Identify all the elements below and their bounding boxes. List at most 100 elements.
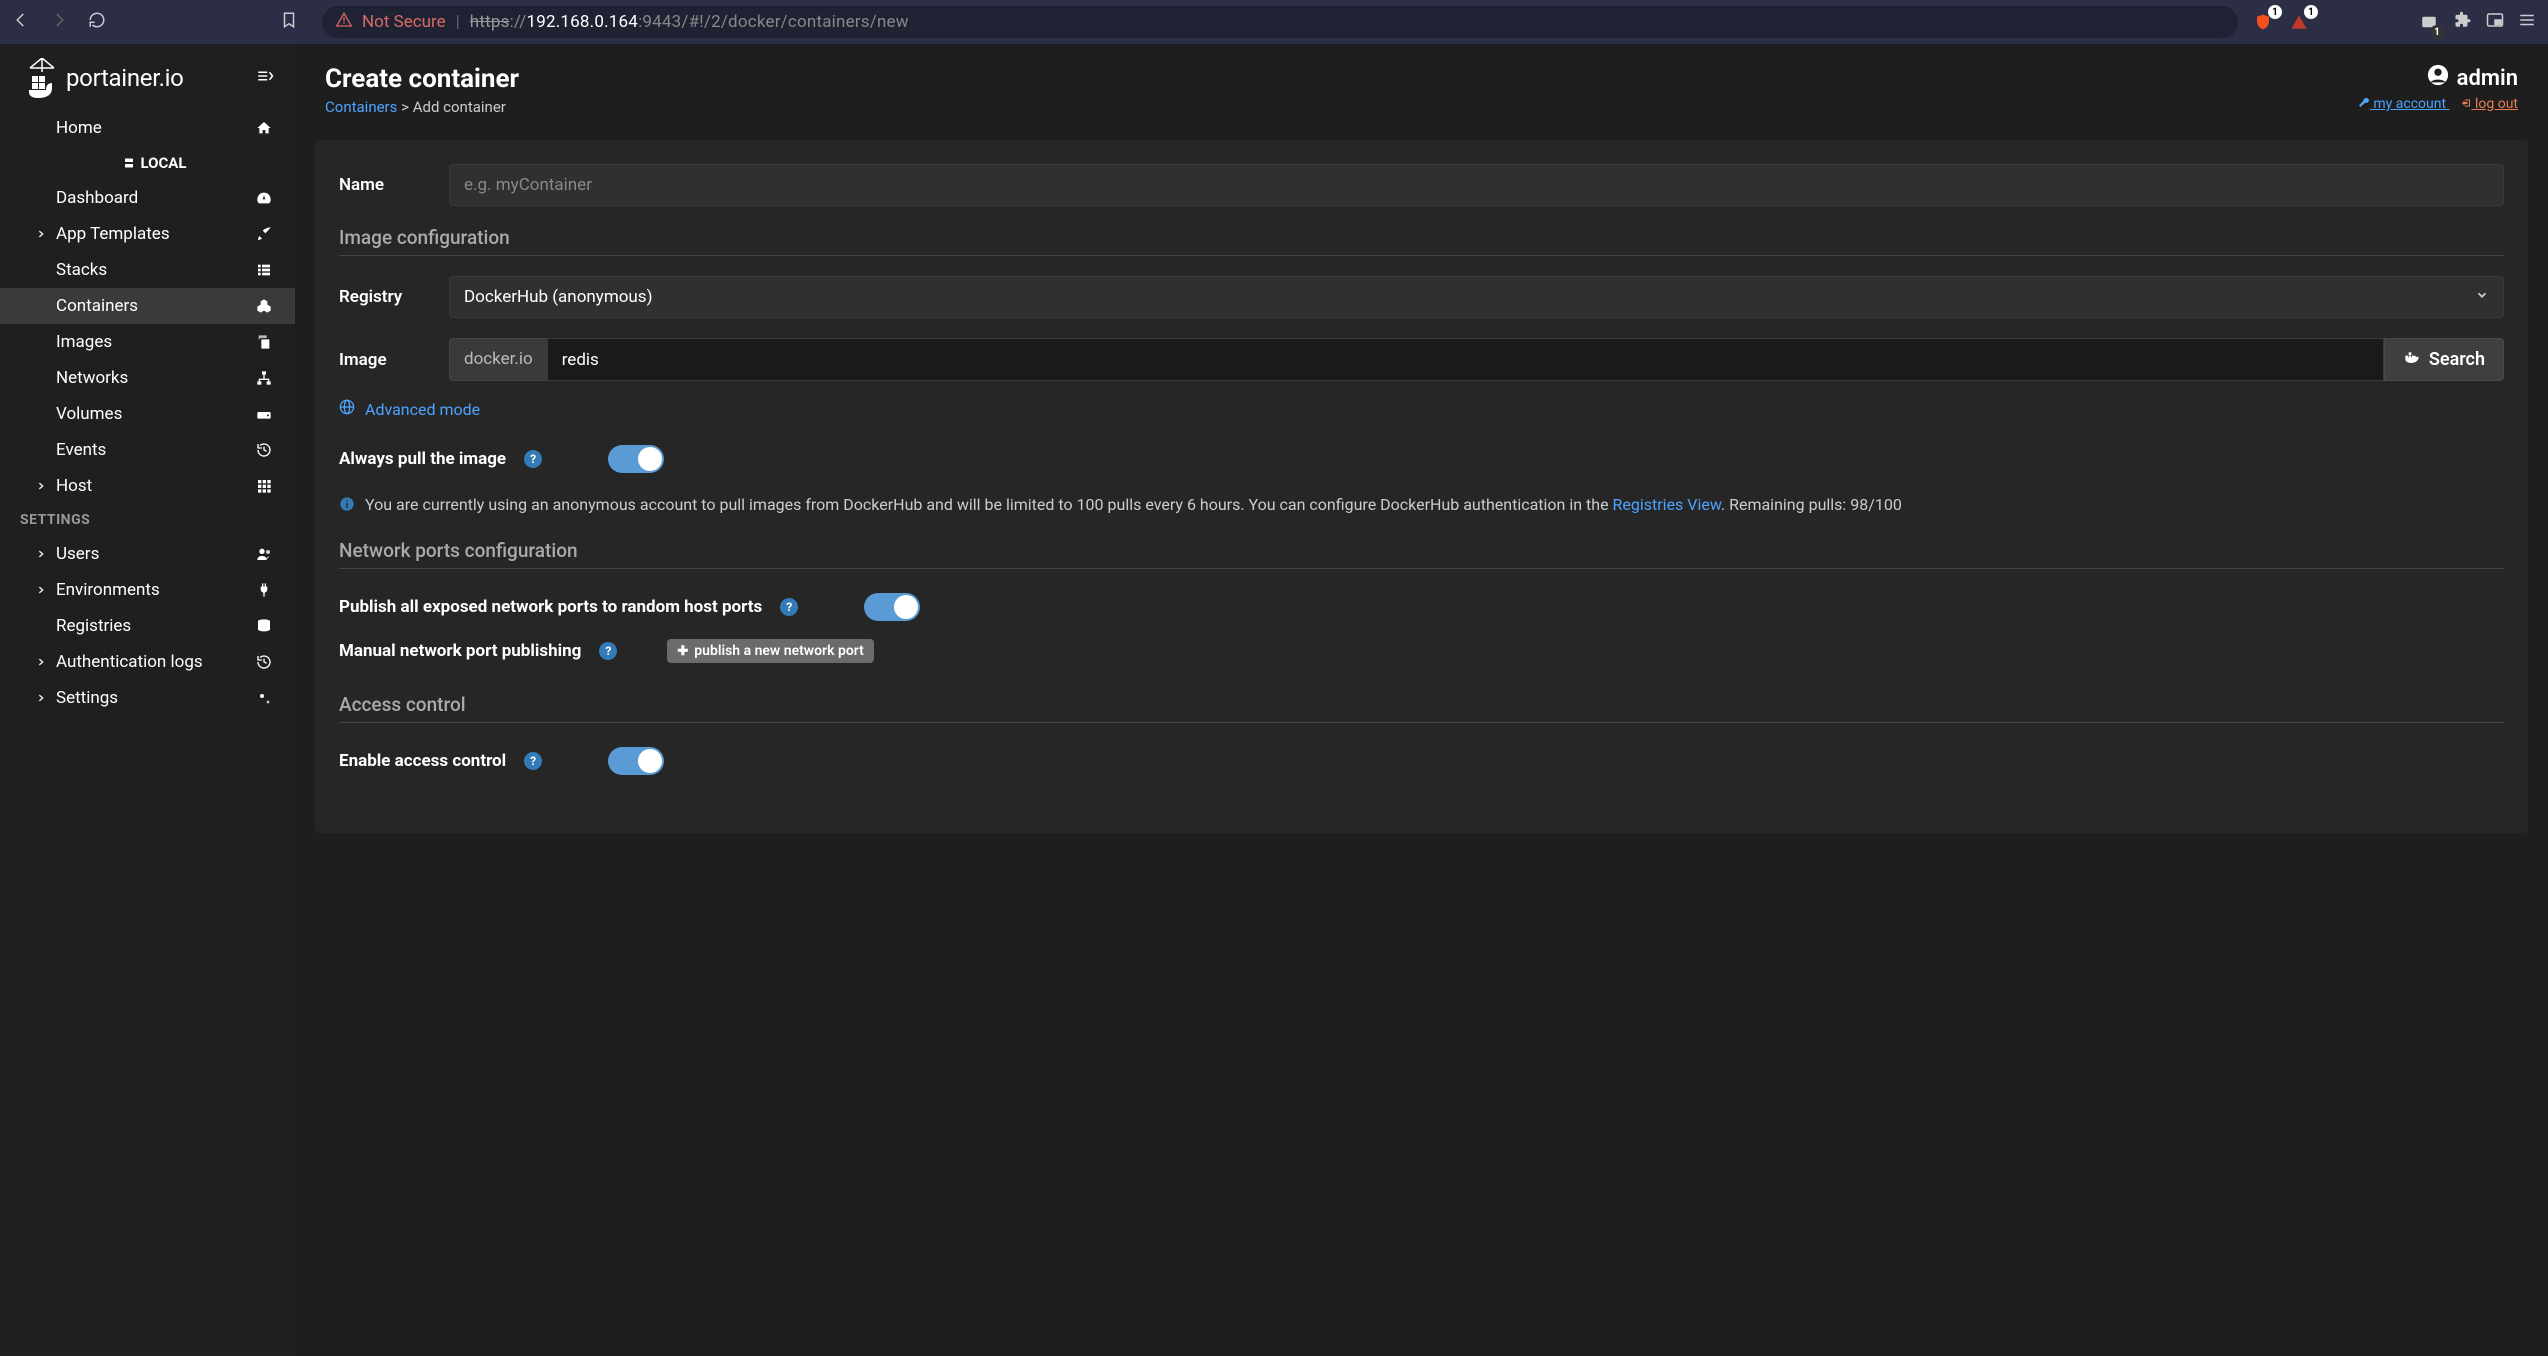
sidebar-item-label: Networks	[56, 368, 128, 388]
sidebar-item-label: Environments	[56, 580, 160, 600]
cogs-icon	[255, 689, 273, 707]
url-text: https://192.168.0.164:9443/#!/2/docker/c…	[470, 12, 909, 32]
logout-link[interactable]: log out	[2460, 96, 2518, 112]
logout-icon	[2460, 97, 2472, 109]
form-card: Name Image configuration Registry Docker…	[315, 140, 2528, 833]
sidebar-item-label: App Templates	[56, 224, 170, 244]
copy-icon	[255, 333, 273, 351]
sidebar-item-images[interactable]: Images	[0, 324, 295, 360]
menu-icon[interactable]	[2518, 11, 2536, 34]
publish-all-row: Publish all exposed network ports to ran…	[339, 593, 2504, 621]
pip-icon[interactable]	[2486, 11, 2504, 34]
hdd-icon	[255, 405, 273, 423]
card-ext-icon[interactable]: 1	[2418, 11, 2440, 33]
url-path: /#!/2/docker/containers/new	[681, 12, 908, 32]
help-icon[interactable]: ?	[599, 642, 617, 660]
sidebar-item-app-templates[interactable]: App Templates	[0, 216, 295, 252]
chevron-right-icon	[36, 688, 46, 708]
sidebar-settings-header: SETTINGS	[0, 504, 295, 536]
name-row: Name	[339, 164, 2504, 206]
publish-port-label: publish a new network port	[694, 643, 864, 659]
chevron-right-icon	[36, 476, 46, 496]
sidebar-item-label: Containers	[56, 296, 138, 316]
not-secure-label: Not Secure	[362, 12, 446, 32]
sidebar-item-settings[interactable]: Settings	[0, 680, 295, 716]
bookmark-icon[interactable]	[280, 11, 298, 34]
publish-port-button[interactable]: ✚ publish a new network port	[667, 639, 874, 663]
help-icon[interactable]: ?	[524, 752, 542, 770]
sidebar-item-users[interactable]: Users	[0, 536, 295, 572]
page-header: Create container Containers > Add contai…	[295, 44, 2548, 128]
help-icon[interactable]: ?	[524, 450, 542, 468]
plus-icon: ✚	[677, 644, 688, 659]
warning-icon	[336, 12, 352, 33]
brand-logo[interactable]: portainer.io	[26, 58, 184, 98]
help-icon[interactable]: ?	[780, 598, 798, 616]
server-icon	[123, 157, 135, 169]
sidebar-collapse-icon[interactable]	[255, 67, 275, 90]
info-text-part2: . Remaining pulls: 98/100	[1721, 495, 1902, 514]
my-account-label: my account	[2370, 96, 2450, 112]
sidebar-item-authentication-logs[interactable]: Authentication logs	[0, 644, 295, 680]
sidebar-item-host[interactable]: Host	[0, 468, 295, 504]
forward-icon[interactable]	[50, 11, 68, 34]
manual-port-row: Manual network port publishing ? ✚ publi…	[339, 639, 2504, 663]
sidebar-item-label: Registries	[56, 616, 131, 636]
image-row: Image docker.io Search	[339, 338, 2504, 381]
url-bar[interactable]: Not Secure | https://192.168.0.164:9443/…	[322, 6, 2238, 38]
registry-select[interactable]: DockerHub (anonymous)	[449, 276, 2504, 318]
wrench-icon	[2358, 97, 2370, 109]
back-icon[interactable]	[12, 11, 30, 34]
section-network-ports: Network ports configuration	[339, 539, 2504, 569]
sidebar-item-networks[interactable]: Networks	[0, 360, 295, 396]
sidebar-item-label: Settings	[56, 688, 118, 708]
sidebar-item-label: Events	[56, 440, 106, 460]
sidebar-item-label: Home	[56, 118, 102, 138]
image-label: Image	[339, 350, 429, 370]
browser-extensions: 1 1 1	[2252, 11, 2536, 34]
sidebar-item-label: Users	[56, 544, 99, 564]
dockerhub-info-banner: You are currently using an anonymous acc…	[339, 493, 2504, 519]
extensions-icon[interactable]	[2454, 11, 2472, 34]
registry-row: Registry DockerHub (anonymous)	[339, 276, 2504, 318]
my-account-link[interactable]: my account	[2358, 96, 2450, 112]
header-user: admin my account log out	[2348, 64, 2518, 112]
sidebar-item-stacks[interactable]: Stacks	[0, 252, 295, 288]
user-icon	[2427, 64, 2449, 92]
url-port: :9443	[638, 12, 681, 32]
breadcrumb-link-containers[interactable]: Containers	[325, 98, 397, 116]
sidebar-item-label: Volumes	[56, 404, 122, 424]
breadcrumb-current: Add container	[413, 98, 506, 116]
grid-icon	[255, 477, 273, 495]
logout-label: log out	[2472, 96, 2518, 112]
list-icon	[255, 261, 273, 279]
users-icon	[255, 545, 273, 563]
portainer-logo-icon	[26, 58, 58, 98]
name-input[interactable]	[449, 164, 2504, 206]
reload-icon[interactable]	[88, 11, 106, 34]
sidebar-item-home[interactable]: Home	[0, 110, 295, 146]
sidebar-local-header: LOCAL	[0, 146, 295, 180]
section-image-config: Image configuration	[339, 226, 2504, 256]
publish-all-toggle[interactable]	[864, 593, 920, 621]
url-divider: |	[456, 12, 460, 32]
sidebar-item-dashboard[interactable]: Dashboard	[0, 180, 295, 216]
brave-shield-icon[interactable]: 1	[2252, 11, 2274, 33]
sidebar-item-events[interactable]: Events	[0, 432, 295, 468]
image-search-button[interactable]: Search	[2384, 338, 2504, 381]
always-pull-toggle[interactable]	[608, 445, 664, 473]
sidebar-item-volumes[interactable]: Volumes	[0, 396, 295, 432]
database-icon	[255, 617, 273, 635]
registries-view-link[interactable]: Registries View	[1613, 495, 1721, 514]
sidebar-item-registries[interactable]: Registries	[0, 608, 295, 644]
triangle-ext-icon[interactable]: 1	[2288, 11, 2310, 33]
history-icon	[255, 653, 273, 671]
manual-port-label: Manual network port publishing	[339, 641, 581, 661]
advanced-mode-link[interactable]: Advanced mode	[339, 399, 2504, 419]
card-badge: 1	[2430, 25, 2444, 39]
always-pull-row: Always pull the image ?	[339, 445, 2504, 473]
sidebar-item-environments[interactable]: Environments	[0, 572, 295, 608]
enable-access-toggle[interactable]	[608, 747, 664, 775]
sidebar-item-containers[interactable]: Containers	[0, 288, 295, 324]
image-input[interactable]	[547, 338, 2384, 381]
